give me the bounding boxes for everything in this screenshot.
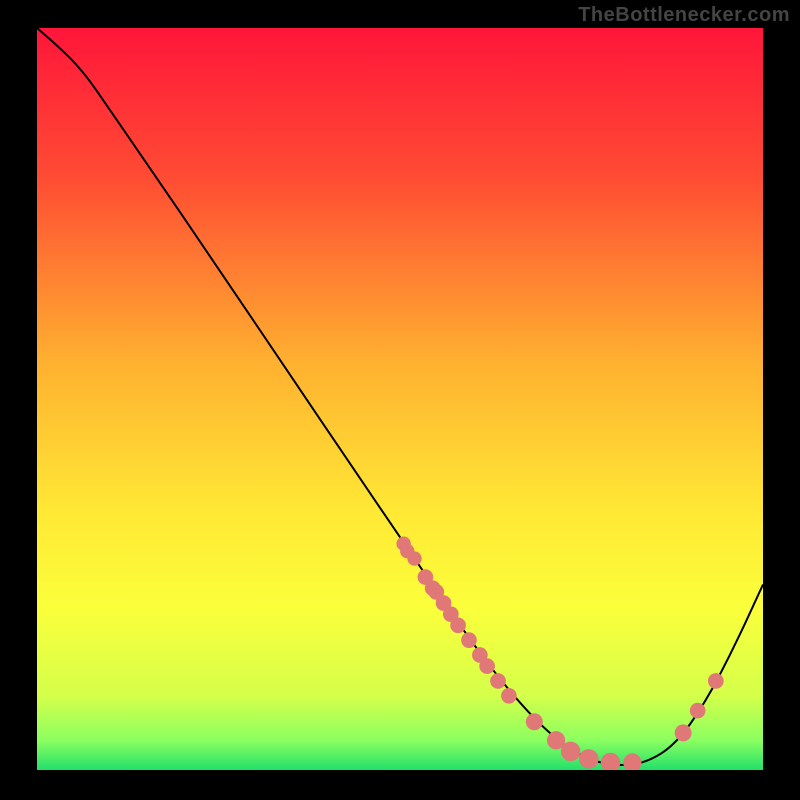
bottleneck-chart bbox=[37, 28, 763, 770]
chart-background bbox=[37, 28, 763, 770]
data-marker bbox=[690, 703, 706, 719]
data-marker bbox=[526, 713, 543, 730]
data-marker bbox=[407, 551, 421, 565]
data-marker bbox=[461, 632, 477, 648]
data-marker bbox=[450, 617, 466, 633]
data-marker bbox=[579, 749, 599, 769]
data-marker bbox=[490, 673, 506, 689]
data-marker bbox=[708, 673, 724, 689]
data-marker bbox=[675, 724, 692, 741]
chart-container: TheBottlenecker.com bbox=[0, 0, 800, 800]
watermark-text: TheBottlenecker.com bbox=[578, 4, 790, 27]
data-marker bbox=[479, 658, 495, 674]
data-marker bbox=[501, 688, 517, 704]
data-marker bbox=[561, 742, 581, 762]
